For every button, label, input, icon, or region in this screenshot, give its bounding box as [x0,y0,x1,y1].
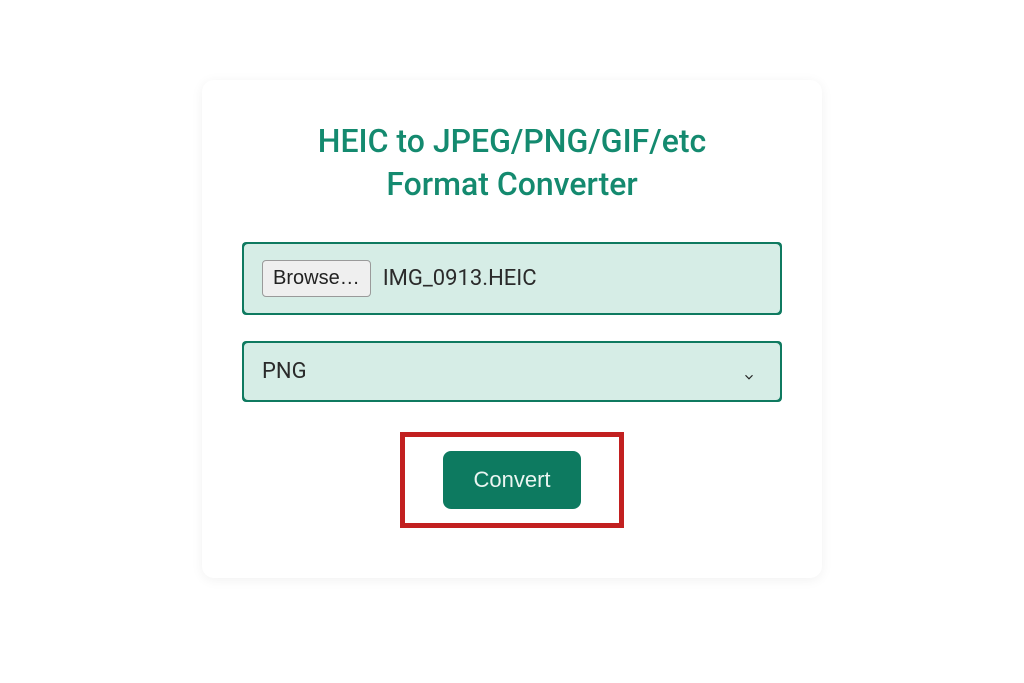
chevron-down-icon [742,365,756,379]
corner-decoration [242,341,252,351]
converter-card: HEIC to JPEG/PNG/GIF/etc Format Converte… [202,80,822,578]
corner-decoration [242,392,252,402]
file-input-field[interactable]: Browse… IMG_0913.HEIC [242,242,782,315]
corner-decoration [772,242,782,252]
corner-decoration [772,392,782,402]
corner-decoration [242,305,252,315]
format-select[interactable]: PNG [242,341,782,402]
browse-button[interactable]: Browse… [262,260,371,297]
corner-decoration [242,242,252,252]
format-select-value: PNG [262,359,307,384]
page-title: HEIC to JPEG/PNG/GIF/etc Format Converte… [318,120,707,206]
selected-file-name: IMG_0913.HEIC [383,266,537,291]
corner-decoration [772,341,782,351]
corner-decoration [772,305,782,315]
convert-button[interactable]: Convert [443,451,580,509]
highlight-annotation: Convert [400,432,623,528]
